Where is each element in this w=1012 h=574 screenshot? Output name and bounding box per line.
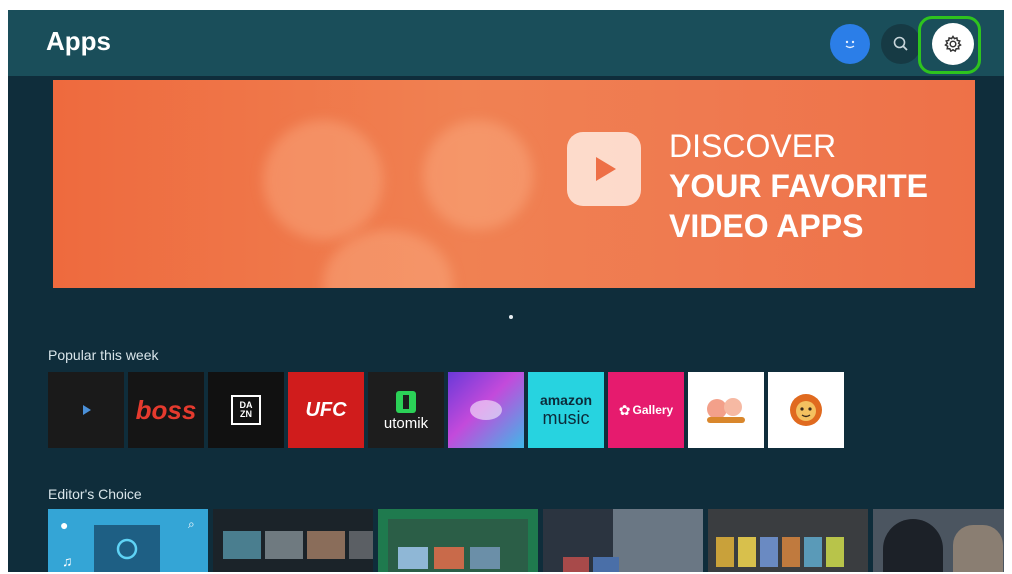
flower-icon: ✿	[618, 401, 631, 418]
arcade-logo-icon	[470, 400, 502, 420]
app-tile-label: utomik	[383, 414, 429, 432]
banner-line-3: VIDEO APPS	[669, 208, 864, 244]
app-tile-lion[interactable]	[768, 372, 844, 448]
app-tile-label: UFC	[305, 398, 347, 421]
page-title: Apps	[46, 26, 111, 56]
app-tile-label: Gallery	[632, 403, 674, 417]
app-tile-amazon-music[interactable]: amazon music	[528, 372, 604, 448]
game-logo-icon	[707, 398, 745, 423]
section-label-editors: Editor's Choice	[48, 486, 142, 502]
profile-button[interactable]	[830, 24, 870, 64]
app-tile-dazn[interactable]: DA ZN	[208, 372, 284, 448]
carousel-indicator	[509, 315, 513, 319]
search-button[interactable]	[881, 24, 921, 64]
editors-tile-streaming-1[interactable]	[213, 509, 373, 572]
search-icon	[893, 36, 908, 51]
editors-tile-music[interactable]	[543, 509, 703, 572]
settings-button[interactable]	[932, 23, 974, 65]
banner-blob	[423, 120, 533, 230]
app-tile-ufc[interactable]: UFC	[288, 372, 364, 448]
top-bar: Apps	[8, 10, 1004, 76]
banner-blob	[263, 120, 383, 240]
app-tile-label: amazon	[539, 391, 593, 408]
profile-icon	[845, 40, 855, 49]
app-tile-boss[interactable]: boss	[128, 372, 204, 448]
toro-logo-icon	[83, 405, 91, 415]
app-tile-label: boss	[135, 394, 197, 425]
play-icon	[567, 132, 641, 206]
app-tile-label: music	[542, 407, 590, 428]
editors-tile-streaming-2[interactable]	[378, 509, 538, 572]
lion-logo-icon	[790, 394, 822, 426]
alexa-ring-icon	[116, 538, 138, 560]
app-tile-gallery[interactable]: ✿ Gallery	[608, 372, 684, 448]
banner-line-2: YOUR FAVORITE	[669, 168, 928, 204]
search-icon: ⌕	[188, 517, 195, 531]
editors-tile-action[interactable]	[873, 509, 1004, 572]
app-tile-drops[interactable]	[688, 372, 764, 448]
microphone-icon: ●	[60, 517, 69, 533]
app-tile-toro[interactable]	[48, 372, 124, 448]
music-note-icon: ♫	[62, 553, 73, 569]
editors-choice-row: ● ♫ ⌕	[48, 509, 1004, 572]
section-label-popular: Popular this week	[48, 347, 159, 363]
app-tile-label: DA ZN	[239, 400, 253, 419]
app-tile-arcade[interactable]	[448, 372, 524, 448]
promo-banner[interactable]: DISCOVER YOUR FAVORITE VIDEO APPS	[53, 80, 975, 288]
utomik-logo-icon	[396, 390, 416, 413]
popular-apps-row: boss DA ZN UFC utomik amazon music ✿ Gal…	[48, 372, 844, 448]
settings-icon	[944, 35, 962, 53]
editors-tile-alexa[interactable]: ● ♫ ⌕	[48, 509, 208, 572]
editors-tile-movies[interactable]	[708, 509, 868, 572]
tv-screen: Apps DISCOVER YOUR FAVORITE VIDEO APPS P…	[8, 10, 1004, 572]
banner-text: DISCOVER YOUR FAVORITE VIDEO APPS	[669, 126, 928, 246]
app-tile-utomik[interactable]: utomik	[368, 372, 444, 448]
banner-blob	[323, 230, 453, 288]
banner-line-1: DISCOVER	[669, 128, 837, 164]
